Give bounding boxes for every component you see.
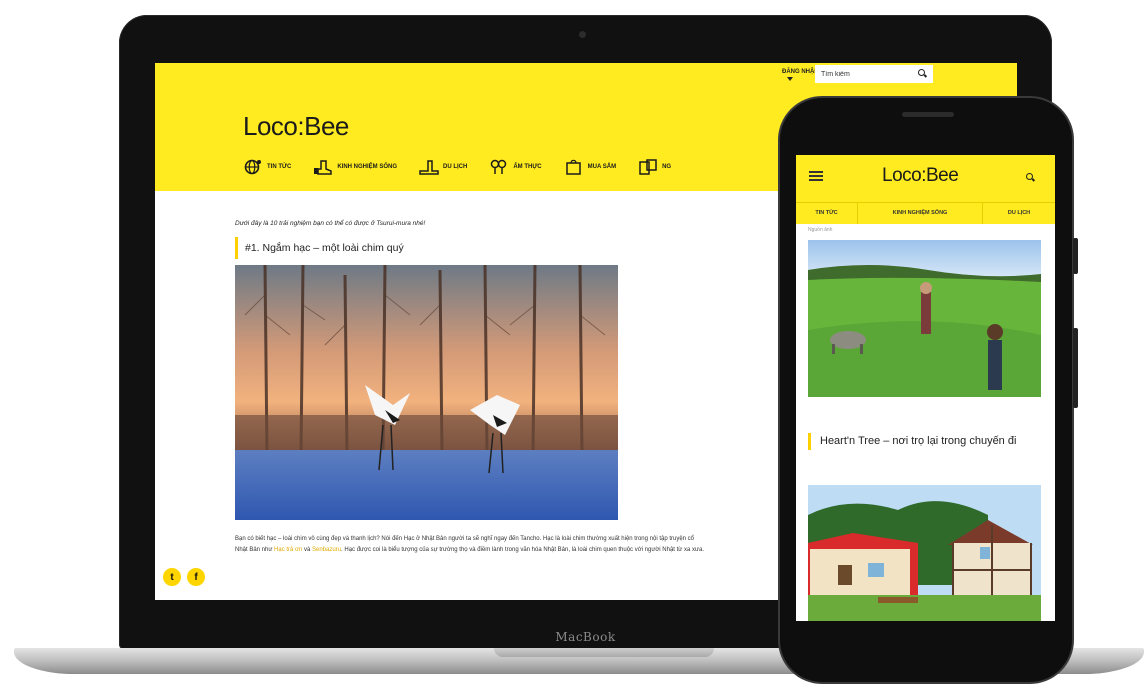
nav-item-shopping[interactable]: MUA SẮM xyxy=(564,159,616,175)
search-icon[interactable] xyxy=(1026,173,1033,180)
article-intro: Dưới đây là 10 trải nghiệm bạn có thể có… xyxy=(235,220,426,227)
nav-item-label: KINH NGHIỆM SỐNG xyxy=(337,164,397,170)
nav-item-label: MUA SẮM xyxy=(587,164,617,170)
mobile-article-heading: Heart'n Tree – nơi trọ lại trong chuyến … xyxy=(808,433,1041,450)
utensils-icon xyxy=(491,159,507,174)
twitter-icon[interactable]: t xyxy=(163,568,181,586)
nav-item-label: NG xyxy=(662,164,672,170)
nav-item-label: TIN TỨC xyxy=(267,164,292,170)
nav-item-news[interactable]: TIN TỨC xyxy=(243,159,291,175)
shopping-bag-icon xyxy=(565,159,581,175)
nav-item-label: ẨM THỰC xyxy=(513,164,542,170)
site-logo[interactable]: Loco:Bee xyxy=(243,111,349,142)
article-heading: #1. Ngắm hạc – một loài chim quý xyxy=(235,237,705,259)
search-icon[interactable] xyxy=(918,69,925,76)
main-nav: TIN TỨC KINH NGHIỆM SỐNG DU LỊCH ẨM THỰC… xyxy=(243,159,671,175)
crane-photo xyxy=(235,265,618,520)
article-body: Dưới đây là 10 trải nghiệm bạn có thể có… xyxy=(235,220,705,555)
login-link[interactable]: ĐĂNG NHẬP xyxy=(782,69,818,75)
chevron-down-icon[interactable] xyxy=(787,77,793,81)
speaker xyxy=(902,112,954,117)
volume-button xyxy=(1073,238,1078,274)
search-input[interactable] xyxy=(815,65,933,83)
nav-item-more[interactable]: NG xyxy=(638,159,671,175)
mobile-nav: TIN TỨC KINH NGHIỆM SỐNG DU LỊCH xyxy=(796,202,1055,224)
camera-icon xyxy=(579,31,586,38)
globe-icon xyxy=(244,159,261,175)
power-button xyxy=(1073,328,1078,408)
mobile-header: Loco:Bee TIN TỨC KINH NGHIỆM SỐNG DU LỊC… xyxy=(796,155,1055,224)
facebook-icon[interactable]: f xyxy=(187,568,205,586)
hamburger-menu-icon[interactable] xyxy=(809,171,823,181)
mobile-nav-news[interactable]: TIN TỨC xyxy=(796,203,858,224)
photo-caption: Nguồn ảnh xyxy=(808,227,833,233)
cabin-photo xyxy=(808,485,1041,621)
mountain-icon xyxy=(419,160,439,175)
boot-icon xyxy=(314,160,333,175)
phone-screen: Loco:Bee TIN TỨC KINH NGHIỆM SỐNG DU LỊC… xyxy=(796,155,1055,621)
nav-item-label: DU LỊCH xyxy=(442,164,468,170)
social-share: t f xyxy=(163,568,205,586)
nav-item-food[interactable]: ẨM THỰC xyxy=(489,159,542,175)
link-senbazuru[interactable]: Senbazuru xyxy=(312,547,341,553)
mobile-site-logo[interactable]: Loco:Bee xyxy=(882,165,959,187)
mobile-nav-life[interactable]: KINH NGHIỆM SỐNG xyxy=(858,203,983,224)
article-paragraph: Bạn có biết hạc – loài chim vô cùng đẹp … xyxy=(235,536,705,553)
mobile-nav-travel[interactable]: DU LỊCH xyxy=(983,203,1055,224)
link-hac-tra-on[interactable]: Hạc trả ơn xyxy=(274,547,302,553)
nav-item-travel[interactable]: DU LỊCH xyxy=(419,159,467,175)
nav-item-life[interactable]: KINH NGHIỆM SỐNG xyxy=(313,159,397,175)
farm-photo xyxy=(808,240,1041,397)
flag-icon xyxy=(639,159,657,175)
